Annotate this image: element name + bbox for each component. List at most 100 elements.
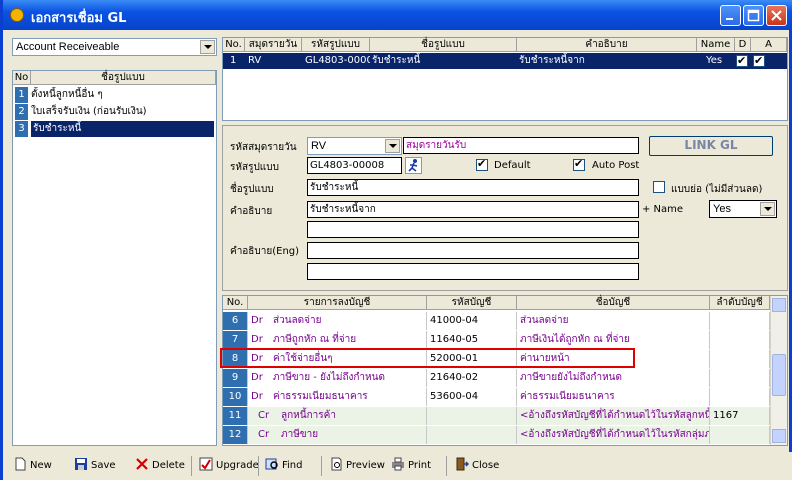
- cell-side: Dr: [251, 334, 263, 345]
- journal-label: รหัสสมุดรายวัน: [230, 142, 297, 153]
- cell-acct-code: 41000-04: [427, 312, 517, 330]
- default-checkbox[interactable]: [476, 157, 488, 171]
- cell-no: 10: [223, 388, 248, 406]
- preview-button[interactable]: Preview: [329, 457, 385, 475]
- table-row[interactable]: 1 RV GL4803-0000 รับชำระหนี้ รับชำระหนี้…: [223, 53, 787, 69]
- cell-entry: ค่าธรรมเนียมธนาคาร: [270, 388, 427, 406]
- desc-field-2[interactable]: [307, 221, 639, 238]
- close-window-button[interactable]: [766, 5, 787, 26]
- cell-code: GL4803-0000: [305, 55, 370, 66]
- link-gl-button[interactable]: LINK GL: [649, 136, 773, 156]
- exit-door-icon: [455, 457, 470, 471]
- chevron-down-icon[interactable]: [200, 40, 215, 54]
- doc-type-select[interactable]: Account Receiveable: [12, 38, 217, 56]
- cell-side: Dr: [251, 372, 263, 383]
- desc-field[interactable]: รับชำระหนี้จาก: [307, 201, 639, 218]
- delete-label: Delete: [152, 460, 185, 471]
- desc-eng-field[interactable]: [307, 242, 639, 259]
- cell-order: [710, 312, 770, 330]
- cell-acct-name: ภาษีขายยังไม่ถึงกำหนด: [517, 369, 710, 387]
- title-bar[interactable]: เอกสารเชื่อม GL: [3, 0, 792, 30]
- minimize-button[interactable]: [720, 5, 741, 26]
- doc-type-value: Account Receiveable: [16, 41, 120, 53]
- cell-no: 9: [223, 369, 248, 387]
- journal-name-field: สมุดรายวันรับ: [403, 137, 639, 154]
- list-header-name: ชื่อรูปแบบ: [31, 71, 216, 85]
- new-button[interactable]: New: [13, 457, 52, 475]
- acct-header-no: No.: [223, 296, 248, 310]
- preview-label: Preview: [346, 460, 385, 471]
- grid-header-name: ชื่อรูปแบบ: [370, 38, 517, 52]
- run-code-icon[interactable]: [405, 157, 422, 174]
- cell-order: [710, 350, 770, 368]
- cell-acct-name: ภาษีเงินได้ถูกหัก ณ ที่จ่าย: [517, 331, 710, 349]
- save-button[interactable]: Save: [74, 457, 116, 475]
- format-grid: No. สมุดรายวัน รหัสรูปแบบ ชื่อรูปแบบ คำอ…: [222, 37, 788, 121]
- cell-side: Dr: [251, 391, 263, 402]
- cell-side: Cr: [248, 407, 278, 425]
- journal-select[interactable]: RV: [307, 137, 402, 155]
- form-panel: รหัสสมุดรายวัน RV สมุดรายวันรับ LINK GL …: [222, 125, 788, 291]
- grid-header-d: D: [735, 38, 751, 52]
- checkbox-d[interactable]: [736, 53, 748, 69]
- cell-order: [710, 426, 770, 444]
- close-icon: [771, 10, 782, 21]
- cell-order: 1167: [710, 407, 770, 425]
- highlight-box: [220, 348, 635, 368]
- list-item-name: ใบเสร็จรับเงิน (ก่อนรับเงิน): [31, 106, 147, 117]
- cell-order: [710, 331, 770, 349]
- find-icon: [265, 457, 279, 471]
- name-label: ชื่อรูปแบบ: [230, 184, 274, 195]
- scroll-up-icon[interactable]: [772, 298, 786, 312]
- checkbox-a[interactable]: [753, 53, 765, 69]
- upgrade-button[interactable]: Upgrade: [199, 457, 259, 475]
- scroll-down-icon[interactable]: [772, 429, 786, 443]
- acct-header-code: รหัสบัญชี: [427, 296, 517, 310]
- delete-x-icon: [135, 457, 149, 471]
- chevron-down-icon[interactable]: [385, 139, 400, 153]
- scroll-thumb[interactable]: [772, 354, 786, 396]
- cell-name: รับชำระหนี้: [372, 55, 421, 66]
- main-window: เอกสารเชื่อม GL Account Receiveable No ช…: [0, 0, 792, 480]
- app-icon: [10, 8, 24, 22]
- autopost-checkbox[interactable]: [573, 157, 585, 171]
- cell-side: Dr: [251, 315, 263, 326]
- journal-value: RV: [311, 140, 327, 152]
- find-button[interactable]: Find: [265, 457, 303, 475]
- chevron-down-icon[interactable]: [760, 202, 775, 216]
- delete-button[interactable]: Delete: [135, 457, 185, 475]
- cell-entry: ภาษีขาย: [278, 426, 427, 444]
- plus-name-value: Yes: [713, 203, 731, 215]
- print-label: Print: [408, 460, 432, 471]
- desc-eng-label: คำอธิบาย(Eng): [230, 246, 300, 257]
- window-title: เอกสารเชื่อม GL: [31, 11, 127, 26]
- breakdown-checkbox[interactable]: [653, 181, 665, 193]
- name-field[interactable]: รับชำระหนี้: [307, 179, 639, 196]
- desc-eng-field-2[interactable]: [307, 263, 639, 280]
- upgrade-label: Upgrade: [216, 460, 259, 471]
- plus-name-select[interactable]: Yes: [709, 200, 777, 218]
- toolbar-separator: [191, 456, 192, 476]
- cell-order: [710, 388, 770, 406]
- grid-header-desc: คำอธิบาย: [517, 38, 697, 52]
- cell-name-value: Yes: [706, 55, 723, 66]
- list-item-no: 2: [15, 104, 28, 120]
- cell-no: 7: [223, 331, 248, 349]
- grid-header-no: No.: [223, 38, 245, 52]
- cell-entry: ลูกหนี้การค้า: [278, 407, 427, 425]
- code-field[interactable]: GL4803-00008: [307, 157, 402, 174]
- vertical-scrollbar[interactable]: [770, 296, 787, 445]
- maximize-button[interactable]: [743, 5, 764, 26]
- cell-acct-name: ค่าธรรมเนียมธนาคาร: [517, 388, 710, 406]
- toolbar-separator: [446, 456, 447, 476]
- cell-no: 6: [223, 312, 248, 330]
- preview-icon: [329, 457, 343, 471]
- format-list: No ชื่อรูปแบบ 1 ตั้งหนี้ลูกหนี้อื่น ๆ 2 …: [12, 70, 217, 446]
- print-button[interactable]: Print: [391, 457, 431, 475]
- close-button[interactable]: Close: [455, 457, 499, 475]
- cell-acct-name: <อ้างถึงรหัสบัญชีที่ได้กำหนดไว้ในรหัสกลุ…: [517, 426, 710, 444]
- list-item-name: รับชำระหนี้: [31, 121, 214, 137]
- cell-no: 1: [230, 55, 237, 66]
- account-grid: No. รายการลงบัญชี รหัสบัญชี ชื่อบัญชี ลำ…: [222, 295, 788, 446]
- cell-acct-code: 21640-02: [427, 369, 517, 387]
